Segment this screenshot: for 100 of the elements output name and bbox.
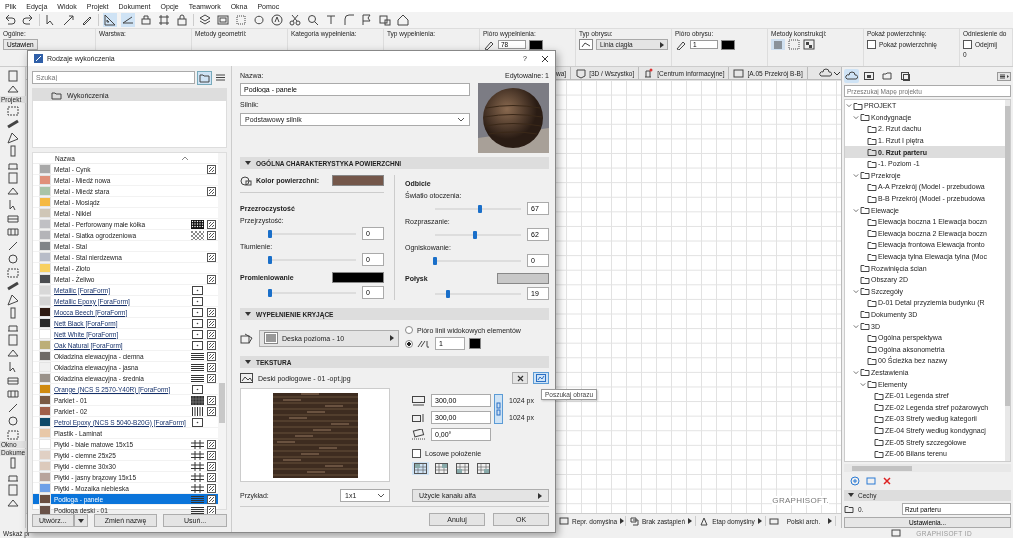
rectangle-icon[interactable]	[5, 333, 20, 346]
circle-icon[interactable]	[5, 252, 20, 265]
horizontal-lines-icon	[264, 332, 278, 344]
unknown-pattern-icon	[191, 329, 204, 339]
chevron-icon[interactable]	[846, 102, 852, 110]
circle-icon[interactable]	[5, 414, 20, 427]
lock-icon[interactable]	[175, 13, 189, 27]
color-swatch[interactable]	[497, 273, 549, 284]
flag-icon[interactable]	[360, 13, 374, 27]
chevron-icon[interactable]	[853, 206, 859, 214]
pen-icon	[675, 39, 687, 50]
unknown-pattern-icon	[191, 384, 204, 394]
browse-button[interactable]	[533, 372, 549, 384]
chevron-icon[interactable]	[853, 368, 859, 376]
grid-icon[interactable]	[157, 13, 171, 27]
rectangle-icon[interactable]	[5, 483, 20, 496]
cloud-icon[interactable]	[844, 69, 859, 83]
frame-icon[interactable]	[216, 13, 230, 27]
beam-icon[interactable]	[5, 279, 20, 292]
triangle-ruler-icon[interactable]	[103, 13, 117, 27]
caret-icon	[245, 312, 251, 316]
search-icon[interactable]	[306, 13, 320, 27]
add-icon[interactable]	[850, 476, 860, 486]
cloud-icon[interactable]	[819, 68, 833, 78]
redo-icon[interactable]	[21, 13, 35, 27]
menu-icon[interactable]	[997, 71, 1011, 81]
chain-icon	[496, 402, 501, 416]
chevron-icon[interactable]	[853, 113, 859, 121]
angle-icon[interactable]	[121, 13, 135, 27]
chevron-icon[interactable]	[853, 171, 859, 179]
width-icon	[412, 395, 425, 406]
undo-icon[interactable]	[3, 13, 17, 27]
alignment-icon[interactable]	[475, 462, 492, 475]
radio-button[interactable]	[405, 326, 413, 334]
caret-icon[interactable]	[833, 69, 841, 77]
text-frame-icon[interactable]	[378, 13, 392, 27]
checkbox[interactable]	[412, 449, 421, 458]
chevron-icon[interactable]	[853, 287, 859, 295]
view-icon	[733, 67, 745, 79]
alignment-icon[interactable]	[433, 462, 450, 475]
sort-caret-icon[interactable]	[182, 156, 188, 160]
caret-icon	[390, 335, 394, 341]
house-icon[interactable]	[396, 13, 410, 27]
line-type-icon[interactable]	[579, 39, 593, 50]
chevron-icon[interactable]	[860, 380, 866, 388]
slider-thumb[interactable]	[477, 204, 482, 213]
slider-thumb[interactable]	[268, 229, 272, 238]
slider-thumb[interactable]	[268, 288, 272, 297]
status-icon	[629, 516, 639, 526]
alignment-icon[interactable]	[454, 462, 471, 475]
unknown-pattern-icon	[191, 417, 204, 427]
polygon-icon[interactable]	[5, 292, 20, 306]
color-swatch[interactable]	[332, 272, 384, 283]
checker-icon[interactable]	[803, 39, 815, 50]
slider-thumb[interactable]	[433, 256, 437, 265]
rectangle-icon[interactable]	[5, 69, 20, 82]
slider-thumb[interactable]	[445, 289, 450, 298]
polygon-icon[interactable]	[5, 130, 20, 144]
window-icon[interactable]	[891, 529, 902, 537]
circle-icon[interactable]	[270, 13, 284, 27]
dotted-square-icon[interactable]	[788, 39, 800, 50]
remove-button[interactable]	[512, 372, 528, 384]
folder-view-icon[interactable]	[198, 71, 211, 84]
arrow-icon[interactable]	[62, 13, 76, 27]
image-icon	[536, 374, 546, 382]
grid-icon[interactable]	[5, 225, 20, 238]
close-icon[interactable]	[541, 54, 549, 63]
chevron-icon	[377, 492, 385, 499]
alignment-icon[interactable]	[412, 462, 429, 475]
hatch-icon[interactable]	[771, 39, 785, 50]
scissors-icon[interactable]	[288, 13, 302, 27]
chevron-icon[interactable]	[853, 322, 859, 330]
vertical-lines-icon	[191, 406, 204, 416]
new-view-icon[interactable]	[866, 476, 876, 486]
layers-icon[interactable]	[198, 13, 212, 27]
radio-button[interactable]	[405, 339, 413, 348]
slider-thumb[interactable]	[268, 255, 272, 264]
pen-icon	[483, 39, 495, 50]
color-swatch[interactable]	[332, 175, 384, 186]
horizontal-lines-icon	[191, 362, 204, 372]
delete-icon[interactable]	[882, 476, 892, 486]
folder-icon[interactable]	[880, 69, 895, 83]
beam-icon[interactable]	[5, 117, 20, 130]
chevron-icon	[457, 116, 465, 123]
dotted-square-icon[interactable]	[234, 13, 248, 27]
caret-icon	[758, 518, 762, 524]
grid-icon[interactable]	[5, 387, 20, 400]
pen-color-swatch	[721, 39, 735, 50]
stack-icon[interactable]	[898, 69, 913, 83]
checkbox[interactable]	[963, 40, 972, 49]
pen-color-swatch[interactable]	[469, 338, 481, 349]
list-view-icon[interactable]	[214, 71, 227, 84]
slider-thumb[interactable]	[473, 230, 478, 239]
rectangle-icon[interactable]	[5, 171, 20, 184]
unknown-pattern-icon	[191, 340, 204, 350]
link-toggle[interactable]	[494, 394, 503, 424]
hatch-pattern-icon	[191, 461, 204, 471]
blob-icon[interactable]	[252, 13, 266, 27]
checkbox[interactable]	[867, 40, 876, 49]
corner-icon[interactable]	[342, 13, 356, 27]
